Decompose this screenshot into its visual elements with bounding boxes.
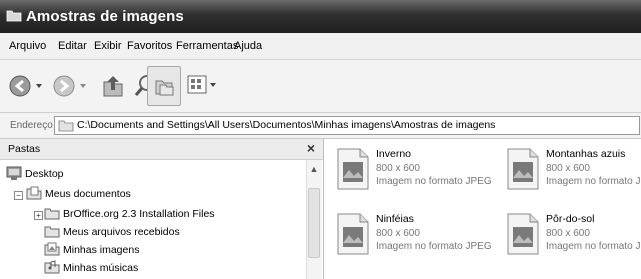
folders-icon — [155, 80, 174, 96]
menu-ferramentas[interactable]: Ferramentas — [176, 40, 238, 52]
folders-pane-title: Pastas — [8, 143, 41, 155]
folder-icon — [44, 226, 60, 238]
forward-icon[interactable] — [52, 74, 90, 98]
menu-arquivo[interactable]: Arquivo — [9, 40, 46, 52]
views-icon[interactable] — [186, 72, 220, 98]
expand-toggle[interactable]: + — [34, 211, 43, 220]
address-field[interactable]: C:\Documents and Settings\All Users\Docu… — [54, 116, 640, 135]
jpeg-file-icon — [337, 213, 369, 255]
jpeg-file-icon — [507, 213, 539, 255]
scroll-up-icon[interactable]: ▲ — [308, 164, 320, 176]
collapse-toggle[interactable]: − — [14, 191, 23, 200]
scroll-thumb[interactable] — [308, 188, 320, 258]
file-item[interactable]: Ninféias 800 x 600 Imagem no formato JPE… — [332, 211, 492, 261]
menu-exibir[interactable]: Exibir — [94, 40, 122, 52]
jpeg-file-icon — [507, 148, 539, 190]
menu-editar[interactable]: Editar — [58, 40, 87, 52]
folders-button[interactable] — [147, 66, 181, 106]
address-path: C:\Documents and Settings\All Users\Docu… — [77, 119, 496, 131]
folders-pane-header: Pastas × — [0, 139, 323, 160]
jpeg-file-icon — [337, 148, 369, 190]
desktop-icon — [6, 166, 22, 180]
address-label: Endereço — [10, 120, 53, 131]
back-icon[interactable] — [8, 74, 46, 98]
folder-icon — [26, 186, 42, 200]
file-item[interactable]: Pôr-do-sol 800 x 600 Imagem no formato J… — [502, 211, 641, 261]
up-folder-icon[interactable] — [100, 72, 126, 100]
folder-icon — [6, 10, 22, 22]
window-title: Amostras de imagens — [26, 8, 184, 25]
folder-icon — [44, 208, 60, 220]
file-item[interactable]: Inverno 800 x 600 Imagem no formato JPEG — [332, 146, 492, 196]
folders-scrollbar[interactable]: ▲ — [306, 160, 322, 279]
toolbar — [0, 60, 641, 113]
menu-ajuda[interactable]: Ajuda — [234, 40, 262, 52]
menu-favoritos[interactable]: Favoritos — [127, 40, 172, 52]
file-list: Inverno 800 x 600 Imagem no formato JPEG… — [324, 139, 641, 279]
title-bar: Amostras de imagens — [0, 0, 641, 33]
address-bar: Endereço C:\Documents and Settings\All U… — [0, 113, 641, 139]
folder-icon — [58, 120, 74, 132]
menu-bar: Arquivo Editar Exibir Favoritos Ferramen… — [0, 33, 641, 60]
folders-pane: Pastas × Desktop − Meus documentos + BrO… — [0, 139, 324, 279]
music-folder-icon — [44, 260, 60, 274]
pictures-folder-icon — [44, 242, 60, 256]
close-icon[interactable]: × — [307, 140, 315, 156]
file-item[interactable]: Montanhas azuis 800 x 600 Imagem no form… — [502, 146, 641, 196]
